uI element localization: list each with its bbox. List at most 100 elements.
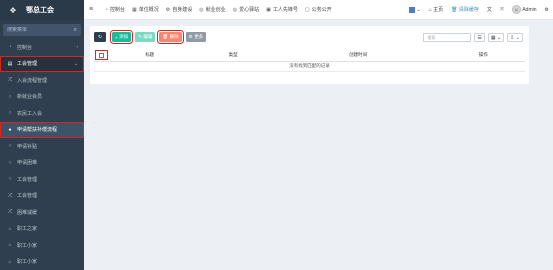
edit-button[interactable]: ✎ 编辑 bbox=[135, 32, 156, 42]
sidebar-item-workers-small-home[interactable]: ⌂ 职工小家 bbox=[0, 237, 84, 254]
more-button[interactable]: ⚙ 更多 bbox=[185, 32, 207, 42]
home-button[interactable]: ⌂ 主页 bbox=[428, 6, 444, 14]
circle-icon: ● bbox=[8, 126, 12, 133]
home-icon: ⌂ bbox=[428, 6, 432, 13]
building-icon: ▦ bbox=[132, 6, 137, 13]
column-header-type[interactable]: 类型 bbox=[191, 50, 275, 62]
chevron-down-icon: ⌄ bbox=[497, 34, 502, 41]
refresh-icon: ↻ bbox=[98, 34, 102, 39]
user-menu[interactable]: ☺ Admin bbox=[511, 5, 537, 14]
plus-icon: + bbox=[115, 34, 118, 40]
circle-icon: ○ bbox=[8, 176, 12, 183]
sidebar-item-union-management[interactable]: ▤ 工会管理 ⌄ bbox=[0, 55, 84, 72]
tab-self-construction[interactable]: ⚙ 自身建设 bbox=[166, 6, 193, 14]
logo-icon: ❖ bbox=[9, 5, 17, 15]
delete-button[interactable]: 🗑 删除 bbox=[157, 30, 184, 44]
sidebar-item-join-process[interactable]: ⤮ 入会流程管理 bbox=[0, 72, 84, 89]
content-panel: ↻ + 添加 ✎ 编辑 🗑 删除 ⚙ 更多 ☰ ▦ ⌄ ⇩ ⌄ bbox=[90, 26, 529, 84]
sidebar-item-dashboard[interactable]: ◔ 控制台 ‹ bbox=[0, 39, 84, 56]
circle-icon: ○ bbox=[8, 110, 12, 117]
sidebar-item-workers-small-home-2[interactable]: ⌂ 职工小家 bbox=[0, 254, 84, 270]
select-all-checkbox[interactable] bbox=[98, 52, 104, 58]
tab-love-station[interactable]: ◎ 爱心驿站 bbox=[233, 6, 259, 14]
table-tools: ☰ ▦ ⌄ ⇩ ⌄ bbox=[423, 33, 523, 42]
translate-button[interactable]: 文 bbox=[487, 6, 492, 13]
select-all-cell bbox=[94, 50, 108, 62]
flag-icon: ▣ bbox=[266, 6, 271, 13]
menu-toggle-icon[interactable]: ≡ bbox=[84, 6, 98, 13]
sidebar-item-union-admin-2[interactable]: ⤮ 工会管理 bbox=[0, 188, 84, 205]
column-header-created-time[interactable]: 创建时间 bbox=[274, 50, 442, 62]
briefcase-icon: ◎ bbox=[199, 6, 204, 13]
sidebar-item-subsidy[interactable]: ○ 申请补贴 bbox=[0, 138, 84, 155]
search-icon[interactable]: ⌕ bbox=[74, 27, 77, 34]
chevron-down-icon: ⌄ bbox=[515, 34, 520, 41]
table-toolbar: ↻ + 添加 ✎ 编辑 🗑 删除 ⚙ 更多 bbox=[94, 30, 208, 44]
trash-icon: 🗑 bbox=[451, 6, 458, 13]
home-label: 主页 bbox=[433, 7, 444, 13]
shuffle-icon: ⤮ bbox=[7, 192, 12, 199]
sidebar-item-label: 困难减缓 bbox=[17, 209, 38, 216]
sidebar-item-migrant-workers[interactable]: ○ 农民工入会 bbox=[0, 105, 84, 122]
add-label: 添加 bbox=[119, 34, 129, 39]
circle-icon: ○ bbox=[8, 159, 12, 166]
table-search-input[interactable] bbox=[423, 33, 472, 42]
user-name: Admin bbox=[522, 6, 537, 13]
more-label: 更多 bbox=[194, 34, 204, 39]
gear-icon: ⚙ bbox=[544, 6, 549, 13]
sidebar-item-label: 工会管理 bbox=[17, 61, 38, 68]
tab-dashboard[interactable]: ◔ 控制台 bbox=[105, 6, 125, 14]
sidebar-item-label: 控制台 bbox=[17, 44, 33, 51]
column-header-actions: 操作 bbox=[441, 50, 525, 62]
sidebar: ❖ 鄂总工会 ⌕ ◔ 控制台 ‹ ▤ 工会管理 ⌄ ⤮ 入会流程管理 ○ 新就业… bbox=[0, 0, 84, 270]
pencil-icon: ✎ bbox=[138, 34, 142, 39]
sidebar-item-hardship[interactable]: ○ 申请困难 bbox=[0, 155, 84, 172]
tab-public-affairs[interactable]: ▢ 公务公开 bbox=[305, 6, 332, 14]
export-button[interactable]: ⇩ ⌄ bbox=[507, 33, 523, 42]
shuffle-icon: ⤮ bbox=[7, 209, 12, 216]
sidebar-item-label: 职工小家 bbox=[17, 259, 38, 266]
apps-menu-button[interactable]: ⌄ bbox=[408, 6, 421, 13]
sidebar-item-new-employment-members[interactable]: ○ 新就业会员 bbox=[0, 89, 84, 106]
sidebar-item-difficulty-relief[interactable]: ⤮ 困难减缓 bbox=[0, 204, 84, 221]
clear-cache-label: 清除缓存 bbox=[458, 7, 479, 13]
shuffle-icon: ⤮ bbox=[7, 77, 12, 84]
dashboard-icon: ◔ bbox=[105, 6, 109, 13]
circle-icon: ○ bbox=[8, 93, 12, 100]
records-table: 标题 类型 创建时间 操作 没有找到匹配的记录 bbox=[94, 50, 525, 72]
column-header-title[interactable]: 标题 bbox=[108, 50, 192, 62]
tab-label: 就业创业 bbox=[205, 7, 226, 13]
empty-message: 没有找到匹配的记录 bbox=[94, 61, 525, 72]
sidebar-item-workers-home[interactable]: ⌂ 职工之家 bbox=[0, 221, 84, 238]
sidebar-item-label: 申请困难 bbox=[17, 160, 38, 167]
sidebar-item-label: 职工小家 bbox=[17, 242, 38, 249]
sidebar-item-label: 职工之家 bbox=[17, 226, 38, 233]
select-all-highlight bbox=[94, 50, 108, 61]
add-button[interactable]: + 添加 bbox=[109, 30, 134, 44]
sidebar-search-input[interactable] bbox=[7, 27, 67, 33]
dashboard-icon: ◔ bbox=[8, 44, 12, 51]
columns-button[interactable]: ▦ ⌄ bbox=[487, 33, 505, 42]
tab-worker-pioneer[interactable]: ▣ 工人先锋号 bbox=[266, 6, 298, 14]
tab-employment[interactable]: ◎ 就业创业 bbox=[199, 6, 226, 14]
sidebar-item-union-admin[interactable]: ○ 工会管理 bbox=[0, 171, 84, 188]
refresh-button[interactable]: ↻ bbox=[94, 32, 106, 42]
home-icon: ⌂ bbox=[8, 242, 12, 249]
home-icon: ⌂ bbox=[8, 258, 12, 265]
tab-unit-overview[interactable]: ▦ 单位概况 bbox=[132, 6, 159, 14]
toggle-view-button[interactable]: ☰ bbox=[474, 33, 485, 42]
settings-button[interactable]: ⚙ bbox=[545, 7, 549, 13]
clear-cache-button[interactable]: 🗑 清除缓存 bbox=[451, 6, 479, 14]
sidebar-search: ⌕ bbox=[3, 24, 81, 36]
logo[interactable]: ❖ 鄂总工会 bbox=[0, 0, 84, 20]
sidebar-item-label: 申请帮扶补偿流程 bbox=[17, 127, 58, 134]
list-icon: ▤ bbox=[7, 60, 13, 67]
sidebar-item-assistance-process[interactable]: ● 申请帮扶补偿流程 bbox=[0, 121, 84, 138]
table-row-empty: 没有找到匹配的记录 bbox=[94, 61, 525, 72]
chevron-down-icon: ⌄ bbox=[73, 60, 78, 67]
language-icon: 文 bbox=[486, 7, 492, 13]
grid-icon bbox=[408, 6, 415, 13]
avatar: ☺ bbox=[511, 5, 521, 14]
sidebar-item-label: 工会管理 bbox=[17, 193, 38, 200]
fullscreen-button[interactable]: ⤧ bbox=[500, 7, 504, 13]
